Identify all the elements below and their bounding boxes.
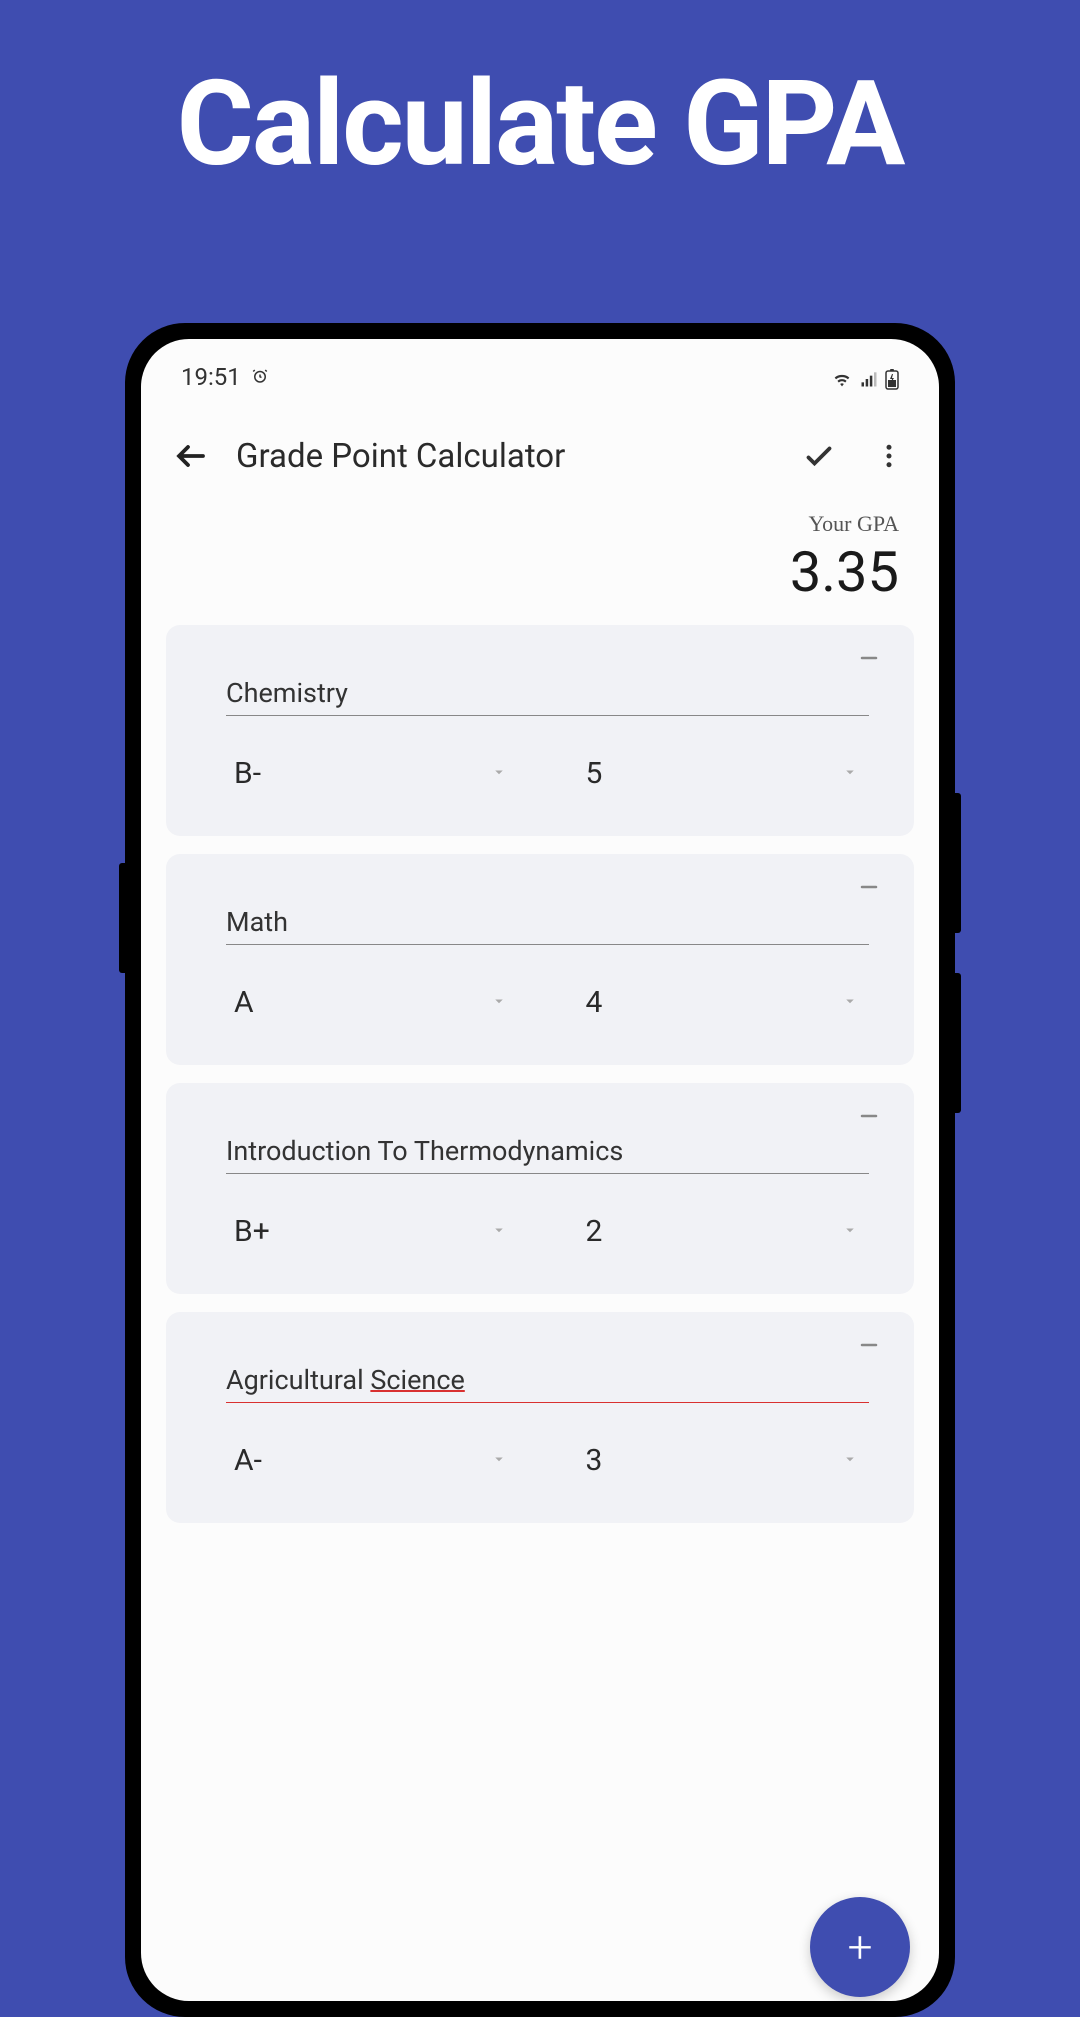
course-name-input[interactable]: Agricultural Science (226, 1358, 869, 1403)
credits-value: 2 (586, 1214, 603, 1249)
chevron-down-icon (841, 763, 859, 785)
chevron-down-icon (490, 992, 508, 1014)
phone-volume-button (119, 863, 125, 973)
remove-course-button[interactable] (854, 1101, 884, 1131)
status-time: 19:51 (181, 363, 241, 391)
credits-selector[interactable]: 5 (578, 751, 870, 796)
remove-course-button[interactable] (854, 872, 884, 902)
alarm-icon (251, 363, 269, 391)
phone-screen: 19:51 Grade Point C (141, 339, 939, 2001)
course-list: ChemistryB-5MathA4Introduction To Thermo… (141, 625, 939, 1523)
phone-frame: 19:51 Grade Point C (125, 323, 955, 2017)
course-card: Introduction To Thermodynamics B+ 2 (166, 1083, 914, 1294)
gpa-label: Your GPA (181, 511, 899, 537)
overflow-menu-button[interactable] (864, 431, 914, 481)
credits-selector[interactable]: 4 (578, 980, 870, 1025)
confirm-button[interactable] (794, 431, 844, 481)
signal-icon (859, 363, 879, 391)
remove-course-button[interactable] (854, 643, 884, 673)
grade-value: A (234, 985, 254, 1020)
grade-selector[interactable]: A- (226, 1438, 518, 1483)
course-selectors: B- 5 (226, 751, 869, 796)
credits-value: 3 (586, 1443, 603, 1478)
course-selectors: A- 3 (226, 1438, 869, 1483)
course-card: Chemistry B- 5 (166, 625, 914, 836)
chevron-down-icon (841, 1221, 859, 1243)
app-bar: Grade Point Calculator (141, 401, 939, 501)
app-title: Grade Point Calculator (236, 437, 774, 476)
gpa-value: 3.35 (181, 539, 899, 605)
grade-value: A- (234, 1443, 262, 1478)
course-name-input[interactable]: Chemistry (226, 671, 869, 716)
credits-value: 5 (586, 756, 603, 791)
chevron-down-icon (490, 1221, 508, 1243)
add-course-fab[interactable]: + (810, 1897, 910, 1997)
chevron-down-icon (490, 1450, 508, 1472)
back-button[interactable] (166, 431, 216, 481)
course-name-input[interactable]: Math (226, 900, 869, 945)
grade-selector[interactable]: B- (226, 751, 518, 796)
course-name-input[interactable]: Introduction To Thermodynamics (226, 1129, 869, 1174)
grade-value: B- (234, 756, 261, 791)
status-bar-right (831, 363, 899, 391)
hero-title: Calculate GPA (177, 55, 904, 193)
status-bar-left: 19:51 (181, 363, 269, 391)
chevron-down-icon (841, 992, 859, 1014)
chevron-down-icon (490, 763, 508, 785)
course-card: Agricultural Science A- 3 (166, 1312, 914, 1523)
phone-side-button-1 (955, 793, 961, 933)
status-bar: 19:51 (141, 339, 939, 401)
course-selectors: B+ 2 (226, 1209, 869, 1254)
credits-selector[interactable]: 3 (578, 1438, 870, 1483)
plus-icon: + (848, 1921, 873, 1973)
grade-value: B+ (234, 1214, 270, 1249)
gpa-display: Your GPA 3.35 (141, 501, 939, 625)
course-card: MathA4 (166, 854, 914, 1065)
grade-selector[interactable]: B+ (226, 1209, 518, 1254)
wifi-icon (831, 363, 853, 391)
chevron-down-icon (841, 1450, 859, 1472)
credits-selector[interactable]: 2 (578, 1209, 870, 1254)
course-selectors: A4 (226, 980, 869, 1025)
remove-course-button[interactable] (854, 1330, 884, 1360)
grade-selector[interactable]: A (226, 980, 518, 1025)
phone-side-button-2 (955, 973, 961, 1113)
battery-icon (885, 363, 899, 391)
credits-value: 4 (586, 985, 603, 1020)
